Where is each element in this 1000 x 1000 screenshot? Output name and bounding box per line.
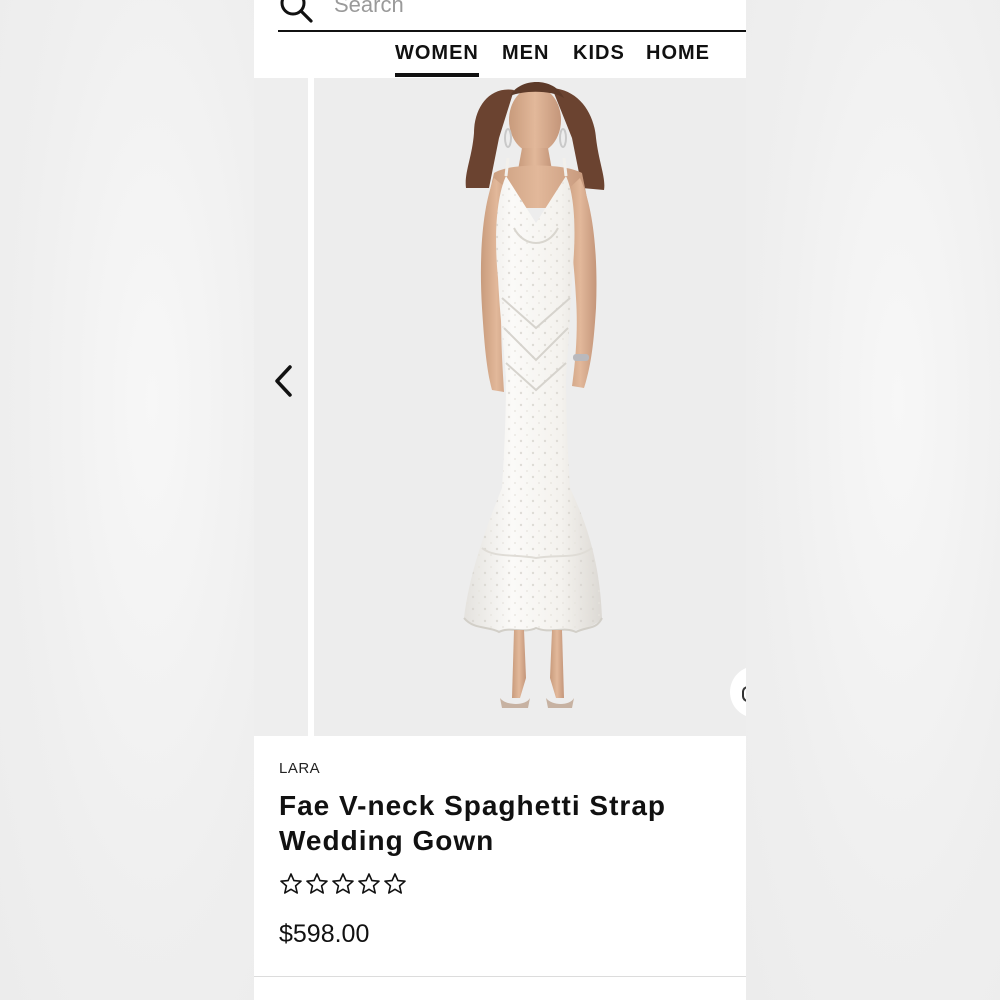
chevron-left-icon[interactable] <box>272 363 296 399</box>
tab-kids[interactable]: KIDS <box>573 42 625 73</box>
tab-women[interactable]: WOMEN <box>395 42 479 77</box>
product-page: WOMEN MEN KIDS HOME <box>254 0 746 1000</box>
search-input[interactable] <box>334 0 714 20</box>
star-icon <box>306 873 328 894</box>
tab-men[interactable]: MEN <box>502 42 549 73</box>
star-icon <box>384 873 406 894</box>
star-rating[interactable] <box>279 872 407 900</box>
star-icon <box>332 873 354 894</box>
blurred-background-left <box>0 0 254 1000</box>
blurred-background-right <box>746 0 1000 1000</box>
model-in-gown-illustration <box>463 82 605 708</box>
star-icon <box>358 873 380 894</box>
product-price: $598.00 <box>279 920 370 948</box>
product-image[interactable] <box>314 78 746 736</box>
tab-home[interactable]: HOME <box>646 42 710 73</box>
chevron-right-icon <box>742 686 746 702</box>
brand-link[interactable]: LARA <box>279 760 320 777</box>
search-icon[interactable] <box>278 0 314 24</box>
product-image-carousel[interactable] <box>254 78 746 736</box>
search-bar <box>278 0 746 32</box>
star-icon <box>280 873 302 894</box>
next-section-peek <box>254 977 746 1000</box>
product-title: Fae V-neck Spaghetti Strap Wedding Gown <box>279 790 666 856</box>
product-info: LARA Fae V-neck Spaghetti Strap Wedding … <box>254 736 746 976</box>
previous-image-peek[interactable] <box>254 78 308 736</box>
category-nav: WOMEN MEN KIDS HOME <box>254 38 746 78</box>
